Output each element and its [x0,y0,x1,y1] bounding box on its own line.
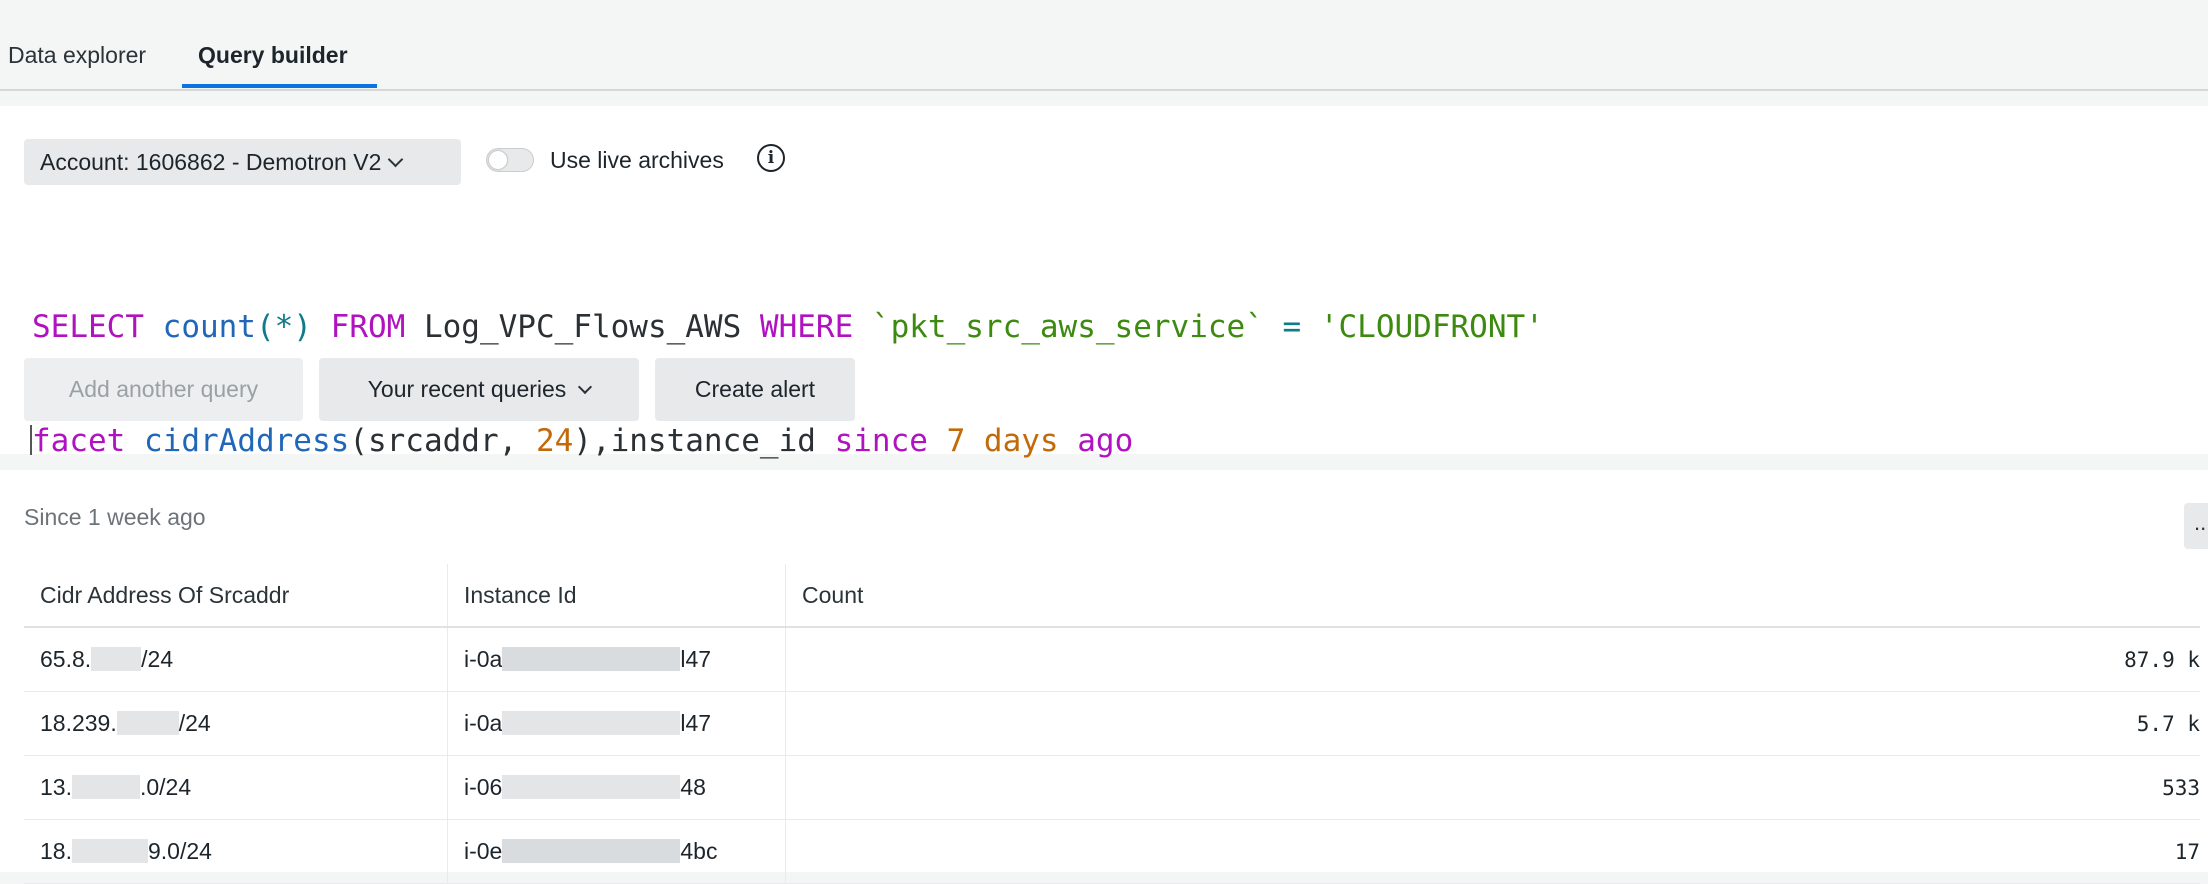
instance-prefix: i-06 [464,774,503,800]
query-token: (srcaddr, [349,423,536,459]
account-label: Account: 1606862 - Demotron V2 [40,148,382,175]
cidr-suffix: 9.0/24 [147,838,212,864]
cidr-suffix: .0/24 [139,774,192,800]
recent-queries-label: Your recent queries [367,376,567,402]
query-token: 'CLOUDFRONT' [1319,309,1544,345]
query-panel: Account: 1606862 - Demotron V2 Use live … [0,106,2208,459]
chevron-down-icon [388,151,404,167]
query-line-2: facet cidrAddress(srcaddr, 24),instance_… [30,422,2132,460]
column-header-instance[interactable]: Instance Id [447,564,786,628]
query-token: 7 [946,423,966,459]
instance-prefix: i-0e [464,838,503,864]
cidr-prefix: 65.8. [40,646,92,672]
redacted-block [502,647,681,671]
tab-query-builder[interactable]: Query builder [198,42,348,69]
recent-queries-button[interactable]: Your recent queries [319,358,639,421]
time-range-label: Since 1 week ago [24,504,206,530]
table-row[interactable]: 18. 9.0/24 i-0e 4bc 17 [24,819,2200,884]
instance-cell: i-0a l47 [447,627,786,692]
instance-cell: i-06 48 [447,755,786,820]
query-token: WHERE [759,309,854,345]
tab-data-explorer[interactable]: Data explorer [8,42,146,69]
table-row[interactable]: 13. .0/24 i-06 48 533 [24,755,2200,820]
cidr-cell: 65.8. /24 [24,627,448,692]
count-cell: 533 [785,755,2200,820]
redacted-block [502,711,681,735]
add-another-query-button[interactable]: Add another query [24,358,303,421]
query-token [312,309,331,345]
create-alert-button[interactable]: Create alert [655,358,855,421]
instance-suffix: 4bc [680,838,718,864]
query-token: ),instance_id [573,423,835,459]
count-cell: 5.7 k [785,691,2200,756]
table-row[interactable]: 18.239. /24 i-0a l47 5.7 k [24,691,2200,756]
redacted-block [116,711,179,735]
cidr-cell: 13. .0/24 [24,755,448,820]
query-token [144,309,163,345]
query-token: `pkt_src_aws_service` [871,309,1264,345]
instance-prefix: i-0a [464,646,503,672]
results-table: Cidr Address Of Srcaddr Instance Id Coun… [24,564,2200,884]
instance-suffix: l47 [680,646,712,672]
redacted-block [502,839,681,863]
live-archives-label: Use live archives [550,147,724,173]
query-token: 24 [535,423,574,459]
query-token: facet [32,423,126,459]
count-cell: 87.9 k [785,627,2200,692]
query-token [928,423,947,459]
toggle-knob [489,151,507,169]
query-token: ago [1077,423,1134,459]
instance-suffix: l47 [680,710,712,736]
table-row[interactable]: 65.8. /24 i-0a l47 87.9 k [24,627,2200,692]
redacted-block [502,775,681,799]
results-panel: Since 1 week ago ... Cidr Address Of Src… [0,470,2208,884]
query-token: cidrAddress [144,423,350,459]
redacted-block [71,775,140,799]
redacted-block [91,647,142,671]
cidr-prefix: 13. [40,774,72,800]
query-token [125,423,144,459]
query-line-1: SELECT count(*) FROM Log_VPC_Flows_AWS W… [32,308,2132,346]
count-cell: 17 [785,819,2200,884]
query-token: FROM [330,309,406,345]
instance-suffix: 48 [680,774,706,800]
query-token [853,309,872,345]
info-icon[interactable]: i [757,144,785,172]
query-token [1059,423,1078,459]
account-selector[interactable]: Account: 1606862 - Demotron V2 [24,139,461,185]
cidr-suffix: /24 [141,646,174,672]
active-tab-indicator [182,84,377,88]
chevron-down-icon [578,379,593,394]
query-token: = [1263,309,1320,345]
cidr-prefix: 18. [40,838,72,864]
instance-cell: i-0e 4bc [447,819,786,884]
instance-prefix: i-0a [464,710,503,736]
query-token: SELECT [32,309,144,345]
query-token: since [834,423,928,459]
column-header-cidr[interactable]: Cidr Address Of Srcaddr [24,564,448,628]
query-token [965,423,984,459]
cidr-cell: 18. 9.0/24 [24,819,448,884]
more-options-button[interactable]: ... [2184,503,2208,549]
query-token: Log_VPC_Flows_AWS [405,309,760,345]
cidr-suffix: /24 [178,710,211,736]
table-header-row: Cidr Address Of Srcaddr Instance Id Coun… [24,564,2200,628]
query-token: days [983,423,1059,459]
query-token: (*) [255,309,312,345]
tab-bar: Data explorer Query builder [0,0,2208,91]
redacted-block [71,839,148,863]
instance-cell: i-0a l47 [447,691,786,756]
cidr-cell: 18.239. /24 [24,691,448,756]
cidr-prefix: 18.239. [40,710,117,736]
live-archives-toggle[interactable] [486,148,534,172]
query-token: count [162,309,256,345]
column-header-count[interactable]: Count [785,564,2200,628]
